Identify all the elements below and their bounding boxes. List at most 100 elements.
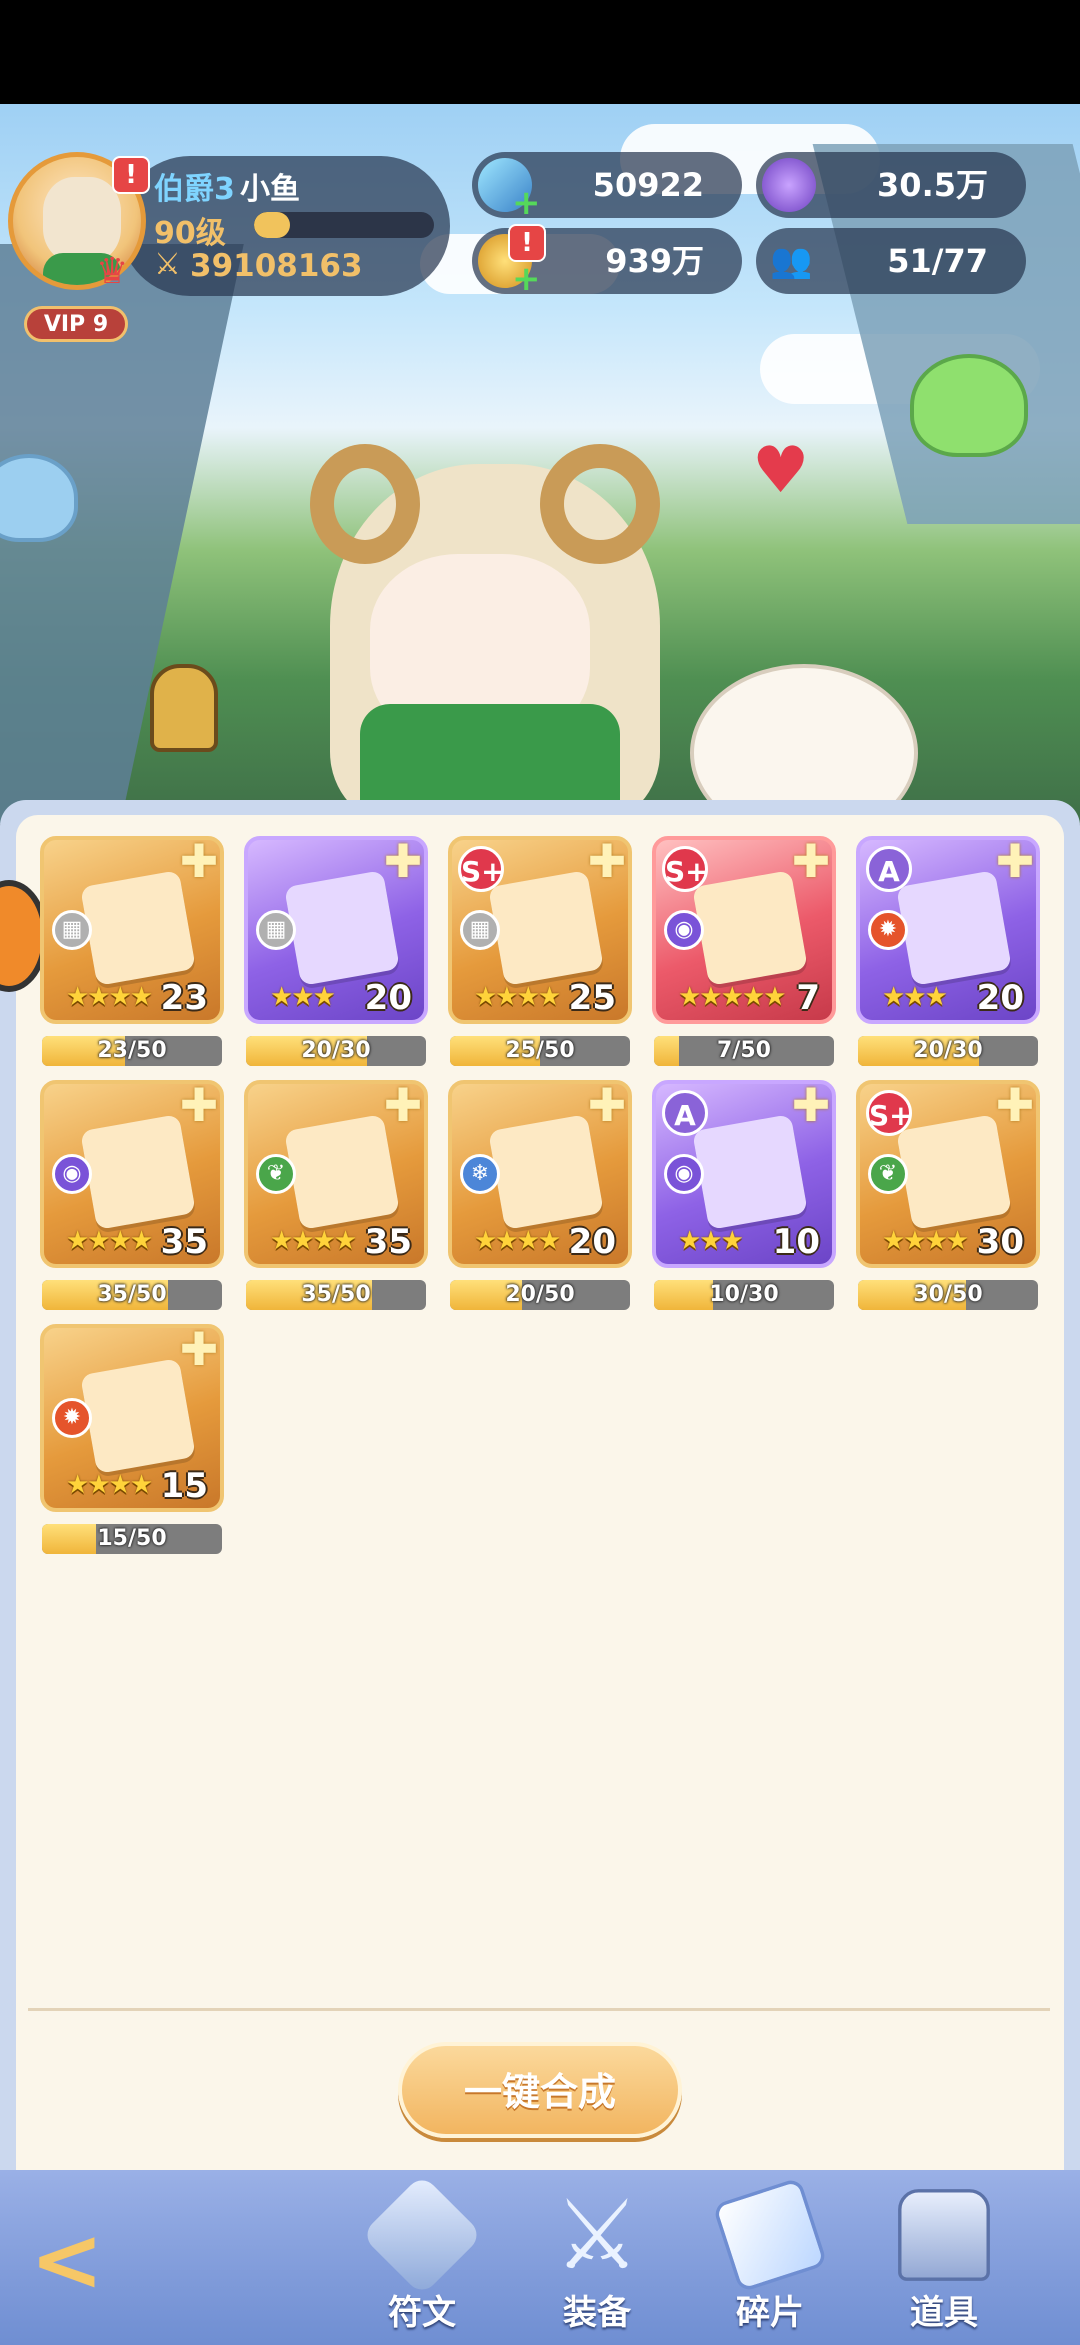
- fragment-art-icon: [284, 1114, 400, 1230]
- fragment-art-icon: [80, 1358, 196, 1474]
- fragment-art-icon: [896, 1114, 1012, 1230]
- fragment-progress-bar: 30/50: [858, 1280, 1038, 1310]
- fire-element-icon: ✹: [52, 1398, 92, 1438]
- fragment-count: 25: [568, 978, 616, 1018]
- star-rating: ★★★: [678, 1226, 744, 1256]
- fragment-card[interactable]: ✚ ▦ ★★★★ 23: [40, 836, 224, 1024]
- crossed-swords-icon: ⚔: [553, 2179, 641, 2291]
- star-rating: ★★★★: [66, 982, 153, 1012]
- fragment-progress-bar: 25/50: [450, 1036, 630, 1066]
- progress-text: 20/30: [913, 1038, 983, 1063]
- back-arrow-icon[interactable]: <: [30, 2210, 104, 2310]
- ice-element-icon: ❄: [460, 1154, 500, 1194]
- puzzle-piece-icon: ✚: [995, 1080, 1035, 1132]
- fragment-progress-bar: 23/50: [42, 1036, 222, 1066]
- friends-icon: 👥: [770, 241, 813, 281]
- player-title: 伯爵3: [154, 172, 235, 207]
- fragment-count: 20: [568, 1222, 616, 1262]
- hero-character[interactable]: [300, 404, 720, 824]
- eye-element-icon: ◉: [52, 1154, 92, 1194]
- star-gem-counter[interactable]: + 50922: [472, 152, 742, 220]
- fragment-card[interactable]: ✚ ✹ ★★★★ 15: [40, 1324, 224, 1512]
- star-rating: ★★★★: [474, 982, 561, 1012]
- fragment-art-icon: [284, 870, 400, 986]
- puzzle-piece-icon: ✚: [587, 1080, 627, 1132]
- green-slime-icon: [910, 354, 1028, 457]
- fragment-progress-bar: 7/50: [654, 1036, 834, 1066]
- progress-text: 15/50: [97, 1526, 167, 1551]
- fragment-progress-bar: 20/50: [450, 1280, 630, 1310]
- purple-token-icon: [762, 158, 816, 212]
- progress-text: 10/30: [709, 1282, 779, 1307]
- progress-text: 35/50: [97, 1282, 167, 1307]
- rank-badge: A: [866, 846, 912, 892]
- progress-text: 7/50: [717, 1038, 771, 1063]
- alert-badge-icon: !: [508, 224, 546, 262]
- fragment-card[interactable]: ✚ S+ ❦ ★★★★ 30: [856, 1080, 1040, 1268]
- puzzle-piece-icon: ✚: [383, 1080, 423, 1132]
- star-rating: ★★★★★: [678, 982, 787, 1012]
- fragment-count: 35: [364, 1222, 412, 1262]
- purple-token-counter[interactable]: 30.5万: [756, 152, 1026, 218]
- leaf-element-icon: ❦: [256, 1154, 296, 1194]
- fragment-art-icon: [488, 1114, 604, 1230]
- staff-bell-icon: [150, 664, 218, 752]
- puzzle-piece-icon: ✚: [995, 836, 1035, 888]
- vip-badge[interactable]: VIP 9: [24, 306, 128, 342]
- merge-all-button[interactable]: 一键合成: [398, 2042, 682, 2138]
- grid-element-icon: ▦: [256, 910, 296, 950]
- tab-equipment[interactable]: ⚔ 装备: [527, 2175, 667, 2340]
- fragment-count: 20: [364, 978, 412, 1018]
- fragment-card[interactable]: ✚ S+ ▦ ★★★★ 25: [448, 836, 632, 1024]
- fire-element-icon: ✹: [868, 910, 908, 950]
- fragment-card[interactable]: ✚ ◉ ★★★★ 35: [40, 1080, 224, 1268]
- star-rating: ★★★: [882, 982, 948, 1012]
- friends-counter[interactable]: 👥 51/77: [756, 228, 1026, 294]
- puzzle-piece-icon: ✚: [791, 836, 831, 888]
- star-rating: ★★★★: [66, 1226, 153, 1256]
- heart-icon: ♥: [752, 434, 810, 508]
- fragment-art-icon: [692, 870, 808, 986]
- fragment-art-icon: [488, 870, 604, 986]
- fragment-art-icon: [80, 870, 196, 986]
- fragment-card[interactable]: ✚ A ✹ ★★★ 20: [856, 836, 1040, 1024]
- chest-icon: [898, 2189, 990, 2281]
- tab-rune[interactable]: 符文: [352, 2173, 492, 2340]
- puzzle-icon: [712, 2177, 828, 2293]
- eye-element-icon: ◉: [664, 910, 704, 950]
- player-power: 39108163: [190, 248, 363, 284]
- fragment-count: 10: [772, 1222, 820, 1262]
- add-icon[interactable]: +: [512, 262, 541, 296]
- fragment-progress-bar: 10/30: [654, 1280, 834, 1310]
- fragment-count: 7: [796, 978, 820, 1018]
- progress-text: 20/50: [505, 1282, 575, 1307]
- fragment-card[interactable]: ✚ ❄ ★★★★ 20: [448, 1080, 632, 1268]
- status-bar: [0, 0, 1080, 104]
- leaf-element-icon: ❦: [868, 1154, 908, 1194]
- progress-text: 30/50: [913, 1282, 983, 1307]
- fragment-count: 30: [976, 1222, 1024, 1262]
- puzzle-piece-icon: ✚: [791, 1080, 831, 1132]
- tab-items[interactable]: 道具: [874, 2175, 1014, 2340]
- rank-badge: S+: [662, 846, 709, 892]
- star-rating: ★★★★: [474, 1226, 561, 1256]
- fragment-count: 23: [160, 978, 208, 1018]
- fragment-progress-bar: 20/30: [858, 1036, 1038, 1066]
- progress-text: 23/50: [97, 1038, 167, 1063]
- tab-fragments[interactable]: 碎片: [700, 2175, 840, 2340]
- grid-element-icon: ▦: [460, 910, 500, 950]
- fragment-progress-bar: 35/50: [42, 1280, 222, 1310]
- fragment-card[interactable]: ✚ S+ ◉ ★★★★★ 7: [652, 836, 836, 1024]
- fragment-card[interactable]: ✚ ▦ ★★★ 20: [244, 836, 428, 1024]
- player-name: 小鱼: [240, 172, 300, 207]
- fragment-card[interactable]: ✚ A ◉ ★★★ 10: [652, 1080, 836, 1268]
- progress-text: 20/30: [301, 1038, 371, 1063]
- fragment-card[interactable]: ✚ ❦ ★★★★ 35: [244, 1080, 428, 1268]
- puzzle-piece-icon: ✚: [383, 836, 423, 888]
- fragment-progress-bar: 15/50: [42, 1524, 222, 1554]
- add-icon[interactable]: +: [512, 186, 541, 220]
- power-icon: ⚔: [154, 247, 181, 282]
- player-level: 90级: [154, 216, 226, 251]
- fragment-art-icon: [80, 1114, 196, 1230]
- fragment-art-icon: [692, 1114, 808, 1230]
